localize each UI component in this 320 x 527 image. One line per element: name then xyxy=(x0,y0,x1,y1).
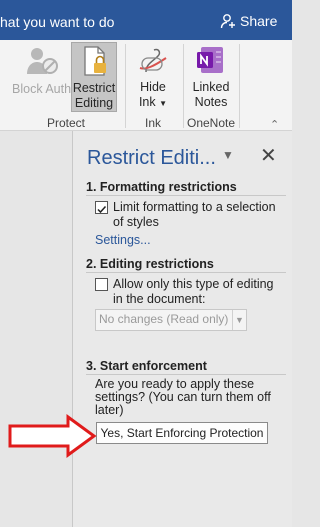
block-authors-icon xyxy=(27,48,58,74)
group-protect: Protect xyxy=(47,116,86,130)
start-enforcement-heading: 3. Start enforcement xyxy=(86,359,207,373)
ribbon-separator xyxy=(183,44,184,128)
pane-options-icon[interactable]: ▼ xyxy=(222,148,234,162)
start-enforcing-button[interactable]: Yes, Start Enforcing Protection xyxy=(96,422,268,444)
section-divider xyxy=(86,195,286,196)
checkmark-icon xyxy=(97,205,107,214)
ribbon-separator xyxy=(239,44,240,128)
enforcement-question: Are you ready to apply these settings? (… xyxy=(95,377,271,417)
section-divider xyxy=(86,272,286,273)
pane-title: Restrict Editi... xyxy=(87,147,216,169)
settings-link[interactable]: Settings... xyxy=(95,233,151,247)
hide-ink-button[interactable]: Hide Ink ▼ xyxy=(131,44,175,111)
share-button[interactable]: Share xyxy=(220,13,277,29)
dropdown-arrow-icon: ▼ xyxy=(232,310,246,330)
block-authors-button[interactable]: Block Authors xyxy=(12,44,88,97)
share-person-icon xyxy=(220,14,235,29)
editing-type-value: No changes (Read only) xyxy=(99,312,229,326)
pane-close-icon[interactable]: ✕ xyxy=(260,143,277,168)
restrict-label-1: Restrict xyxy=(72,81,116,95)
tell-me-search[interactable]: hat you want to do xyxy=(0,14,114,30)
limit-formatting-checkbox[interactable] xyxy=(95,201,108,214)
linked-notes-label-2: Notes xyxy=(194,95,228,109)
restrict-editing-button[interactable]: Restrict Editing xyxy=(71,42,117,112)
share-label: Share xyxy=(240,13,278,29)
hide-ink-icon xyxy=(139,48,167,73)
restrict-editing-icon xyxy=(84,46,106,76)
restrict-label-2: Editing xyxy=(74,96,114,110)
document-area xyxy=(0,131,73,527)
annotation-arrow-icon xyxy=(8,414,97,458)
linked-notes-label-1: Linked xyxy=(192,80,230,94)
group-ink: Ink xyxy=(145,116,162,130)
limit-formatting-label: Limit formatting to a selection of style… xyxy=(113,200,276,229)
section-divider xyxy=(86,374,286,375)
linked-notes-button[interactable]: Linked Notes xyxy=(188,44,234,110)
group-onenote: OneNote xyxy=(187,116,236,130)
formatting-restrictions-heading: 1. Formatting restrictions xyxy=(86,180,237,194)
block-authors-label: Block Authors xyxy=(12,82,89,96)
editing-restrictions-heading: 2. Editing restrictions xyxy=(86,257,214,271)
allow-editing-label: Allow only this type of editing in the d… xyxy=(113,277,274,306)
onenote-icon xyxy=(197,47,223,73)
ribbon-separator xyxy=(125,44,126,128)
allow-editing-checkbox[interactable] xyxy=(95,278,108,291)
hide-ink-label-2: Ink ▼ xyxy=(138,95,168,109)
hide-ink-label-1: Hide xyxy=(140,80,166,94)
collapse-ribbon-icon[interactable]: ⌃ xyxy=(270,118,279,131)
